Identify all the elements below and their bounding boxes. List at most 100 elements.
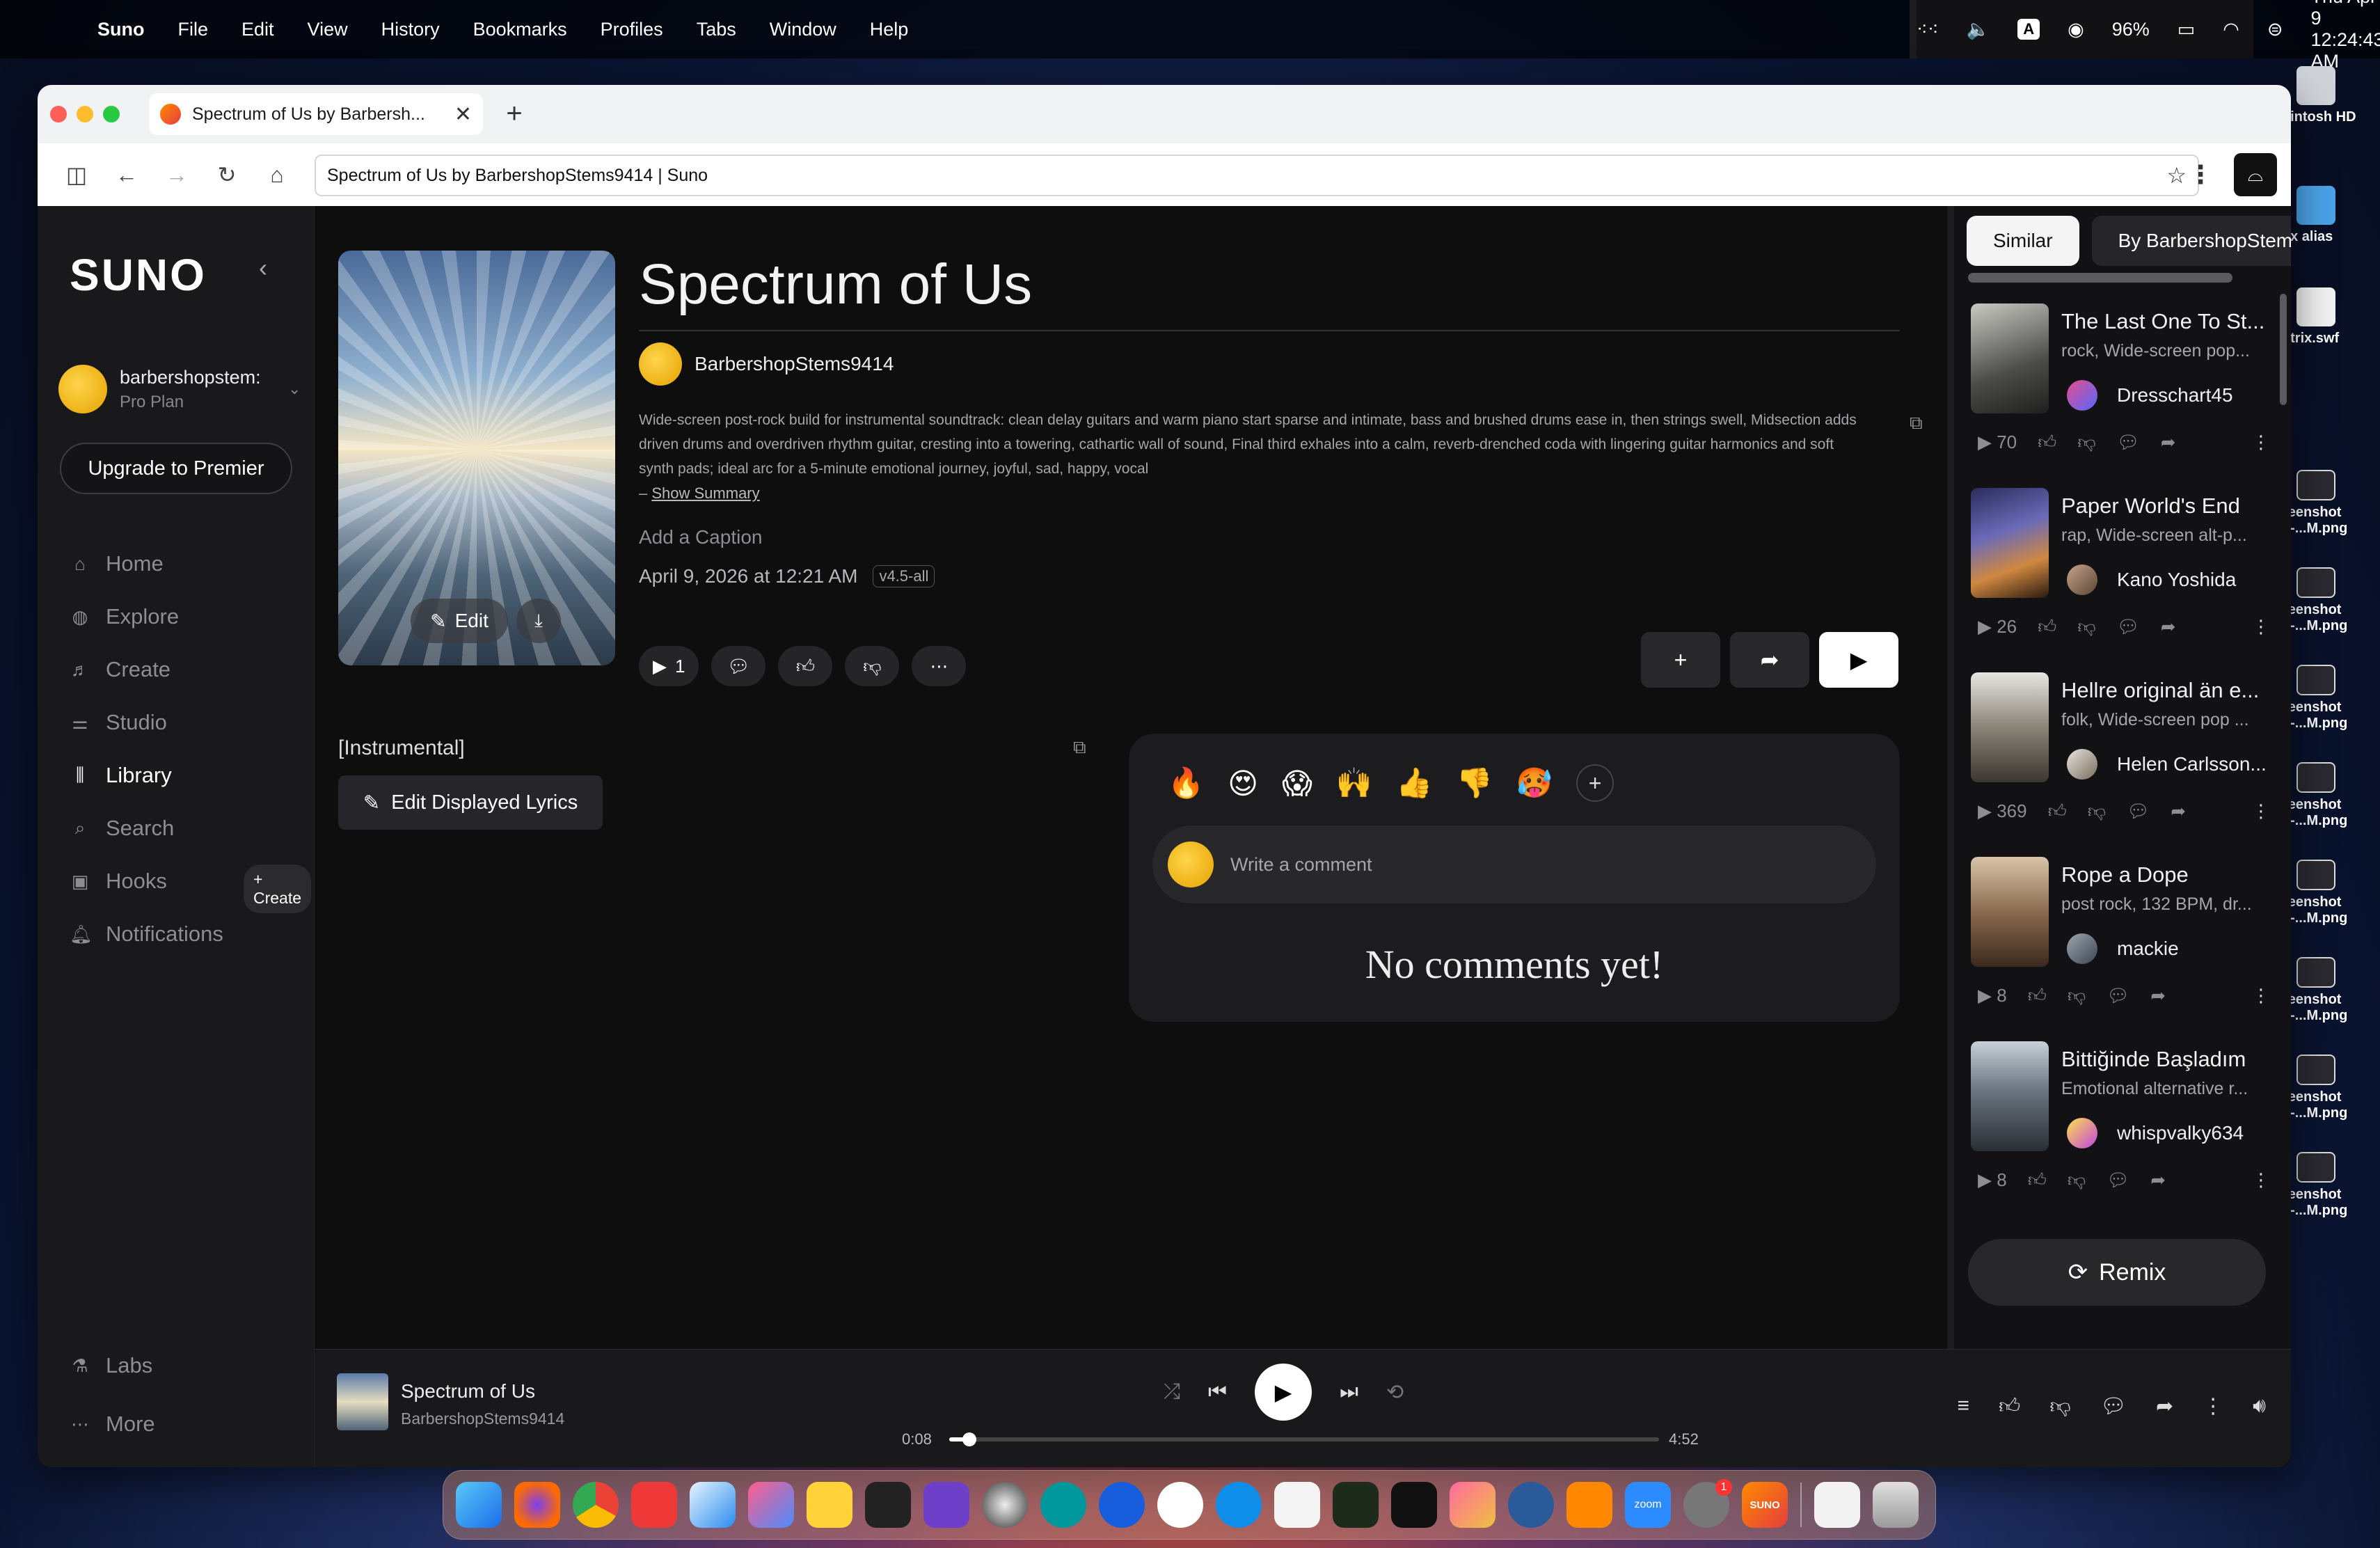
chrome-icon[interactable] <box>573 1482 619 1528</box>
volume-icon[interactable]: 🔈 <box>1967 18 1990 40</box>
thumbs-down-icon[interactable]: 👎︎ <box>2068 1169 2086 1191</box>
vertical-scrollbar[interactable] <box>2280 294 2287 405</box>
arduino-icon[interactable] <box>1040 1482 1086 1528</box>
emoji-hot-face[interactable]: 🥵 <box>1516 766 1553 800</box>
song-artist[interactable]: mackie <box>2067 933 2179 964</box>
more-icon[interactable]: ⋮ <box>2252 985 2270 1006</box>
desktop-icon-screenshot[interactable]: reenshot 6-...M.png <box>2283 470 2380 537</box>
reload-icon[interactable]: ↻ <box>202 161 252 188</box>
tab-similar[interactable]: Similar <box>1967 216 2079 266</box>
suno-icon[interactable]: SUNO <box>1742 1482 1788 1528</box>
sidebar-item-home[interactable]: ⌂ Home <box>70 551 306 576</box>
desktop-icon-screenshot[interactable]: reenshot 6-...M.png <box>2283 1152 2380 1219</box>
desktop-icon-hd[interactable]: cintosh HD <box>2283 66 2380 125</box>
desktop-icon-alias[interactable]: ax alias <box>2283 186 2380 245</box>
menu-app-name[interactable]: Suno <box>97 19 145 40</box>
tab-by-artist[interactable]: By BarbershopStems <box>2091 216 2291 266</box>
comment-icon[interactable]: 💬︎ <box>2127 800 2150 822</box>
player-artist[interactable]: BarbershopStems9414 <box>401 1409 564 1428</box>
hooks-create-button[interactable]: + Create <box>244 864 312 913</box>
vivaldi-icon[interactable] <box>631 1482 677 1528</box>
thumbs-down-icon[interactable]: 👎︎ <box>2068 985 2086 1006</box>
progress-handle[interactable] <box>962 1432 976 1446</box>
edit-cover-button[interactable]: ✎ Edit <box>411 599 508 643</box>
previous-icon[interactable]: ⏮ <box>1208 1380 1227 1404</box>
forward-icon[interactable]: → <box>152 162 202 188</box>
share-icon[interactable]: ➦ <box>2150 1169 2166 1191</box>
sidebar-item-library[interactable]: ⫼ Library <box>70 763 306 788</box>
emoji-thumbs-up[interactable]: 👍 <box>1396 766 1432 800</box>
sidebar-item-studio[interactable]: ⚌ Studio <box>70 710 306 735</box>
play-count[interactable]: ▶ 369 <box>1978 800 2027 822</box>
progress-slider[interactable] <box>949 1432 1659 1446</box>
chatgpt-icon[interactable] <box>1157 1482 1203 1528</box>
menu-view[interactable]: View <box>308 19 348 40</box>
desktop-icon-screenshot[interactable]: reenshot 6-...M.png <box>2283 567 2380 634</box>
browser-tab[interactable]: Spectrum of Us by Barbersh... ✕ <box>149 93 483 135</box>
bitwarden-icon[interactable] <box>1099 1482 1145 1528</box>
bookmark-star-icon[interactable]: ☆ <box>2166 162 2187 189</box>
desktop-icon-screenshot[interactable]: reenshot 6-...M.png <box>2283 665 2380 732</box>
copy-description-icon[interactable]: ⧉ <box>1910 412 1923 434</box>
play-count[interactable]: ▶ 8 <box>1978 985 2007 1006</box>
like-button[interactable]: 👍︎ <box>778 646 833 686</box>
emoji-raised-hands[interactable]: 🙌 <box>1336 766 1372 800</box>
thumbs-down-icon[interactable]: 👎︎ <box>2077 432 2095 453</box>
share-icon[interactable]: ➦ <box>2150 985 2166 1006</box>
affinity-icon[interactable] <box>1450 1482 1496 1528</box>
show-summary-link[interactable]: Show Summary <box>651 484 759 502</box>
player-thumbnail[interactable] <box>337 1373 388 1430</box>
remix-button[interactable]: ⟳ Remix <box>1968 1239 2266 1306</box>
thumbs-down-icon[interactable]: 👎︎ <box>2049 1394 2070 1419</box>
activity-monitor-icon[interactable] <box>1333 1482 1379 1528</box>
teamviewer-icon[interactable] <box>1216 1482 1262 1528</box>
list-item[interactable]: Paper World's End rap, Wide-screen alt-p… <box>1971 488 2277 672</box>
cyberduck-icon[interactable] <box>807 1482 852 1528</box>
sidebar-item-explore[interactable]: ◍ Explore <box>70 604 306 629</box>
menu-file[interactable]: File <box>178 19 209 40</box>
list-item[interactable]: Bittiğinde Başladım Emotional alternativ… <box>1971 1041 2277 1226</box>
add-to-playlist-button[interactable]: + <box>1641 632 1720 688</box>
share-icon[interactable]: ➦ <box>2161 432 2176 453</box>
queue-icon[interactable]: ≡ <box>1958 1394 1970 1419</box>
address-bar[interactable]: Spectrum of Us by BarbershopStems9414 | … <box>315 155 2199 196</box>
collapse-sidebar-icon[interactable]: ‹ <box>259 253 267 283</box>
textedit-icon[interactable] <box>1274 1482 1320 1528</box>
menu-window[interactable]: Window <box>770 19 836 40</box>
safari-icon[interactable] <box>690 1482 736 1528</box>
system-settings-icon[interactable]: 1 <box>1683 1479 1732 1528</box>
song-artist[interactable]: Helen Carlsson... <box>2067 749 2267 780</box>
comment-icon[interactable]: 💬︎ <box>2107 985 2129 1006</box>
terminal-icon[interactable] <box>1391 1482 1437 1528</box>
wifi-icon[interactable]: ◠ <box>2223 19 2239 40</box>
sidebar-item-hooks[interactable]: ▣ Hooks + Create <box>70 864 312 913</box>
emoji-scream[interactable]: 😱 <box>1282 766 1312 800</box>
extension-icon[interactable]: ⌓ <box>2234 153 2277 196</box>
suno-logo[interactable]: SUNO <box>70 249 207 301</box>
copy-lyrics-icon[interactable]: ⧉ <box>1073 736 1086 759</box>
comment-icon[interactable]: 💬︎ <box>2117 432 2140 453</box>
more-icon[interactable]: ⋮ <box>2252 800 2270 822</box>
show-summary[interactable]: – Show Summary <box>639 484 760 503</box>
firefox-icon[interactable] <box>514 1482 560 1528</box>
download-button[interactable]: ⤓ <box>516 599 561 643</box>
share-icon[interactable]: ➦ <box>2161 616 2176 638</box>
list-item[interactable]: Hellre original än e... folk, Wide-scree… <box>1971 672 2277 857</box>
list-item[interactable]: The Last One To St... rock, Wide-screen … <box>1971 303 2277 488</box>
artist-link[interactable]: BarbershopStems9414 <box>639 342 894 386</box>
desktop-icon-screenshot[interactable]: reenshot 6-...M.png <box>2283 957 2380 1024</box>
comment-button[interactable]: 💬︎ <box>711 646 766 686</box>
vlc-icon[interactable] <box>1566 1482 1612 1528</box>
pixelmator-icon[interactable] <box>748 1482 794 1528</box>
spiral-icon[interactable] <box>982 1482 1028 1528</box>
song-artist[interactable]: Kano Yoshida <box>2067 564 2236 595</box>
desktop-icon-screenshot[interactable]: reenshot 6-...M.png <box>2283 762 2380 829</box>
more-icon[interactable]: ⋮ <box>2252 1169 2270 1191</box>
play-count[interactable]: ▶ 8 <box>1978 1169 2007 1191</box>
trash-icon[interactable] <box>1873 1482 1919 1528</box>
more-options-button[interactable]: ⋯ <box>912 646 967 686</box>
thumbs-up-icon[interactable]: 👍︎ <box>1999 1394 2020 1419</box>
play-count[interactable]: ▶ 70 <box>1978 432 2017 453</box>
menu-bookmarks[interactable]: Bookmarks <box>473 19 567 40</box>
zoom-icon[interactable]: zoom <box>1625 1482 1671 1528</box>
